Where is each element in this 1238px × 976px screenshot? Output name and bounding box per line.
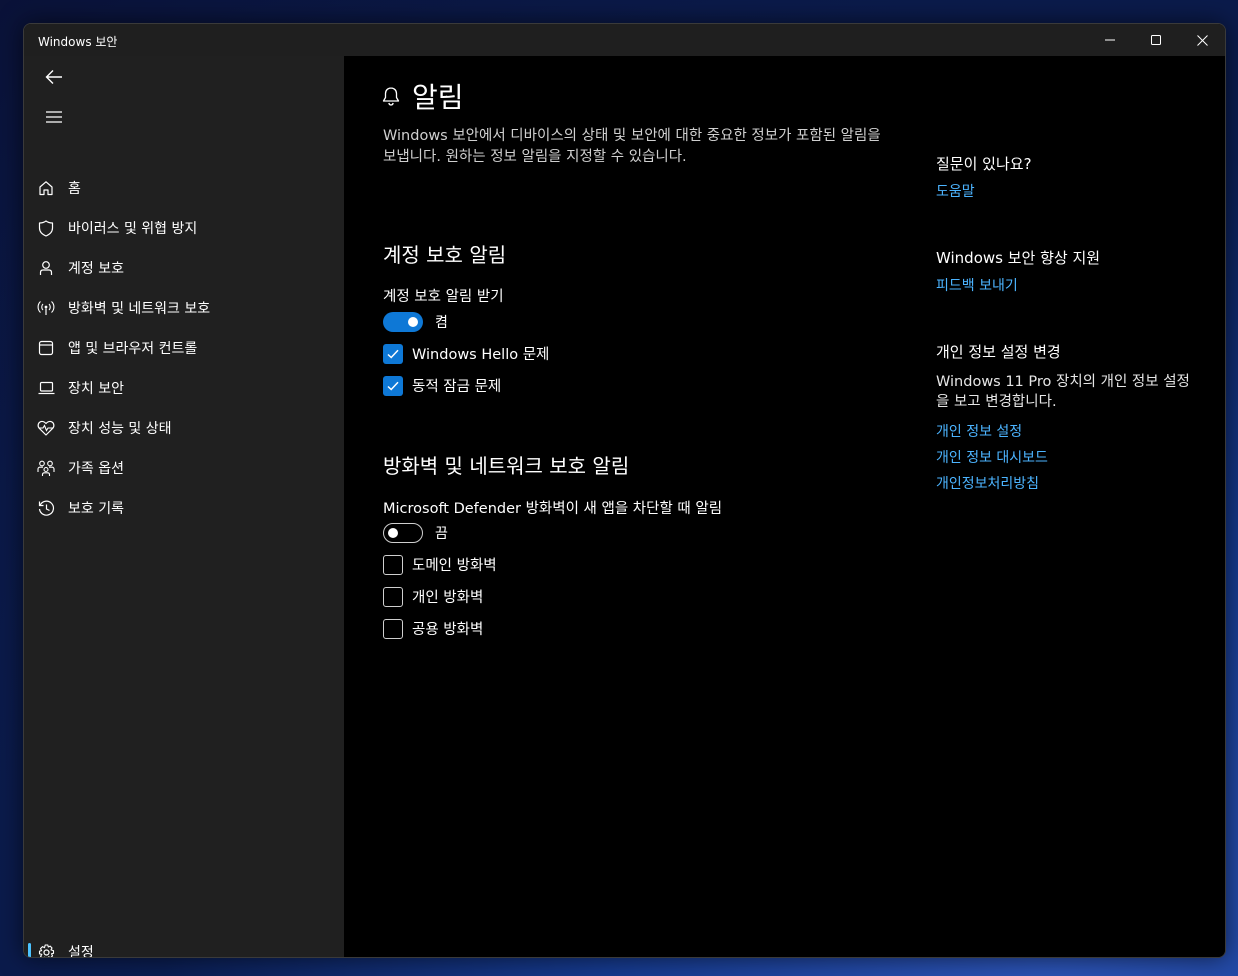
gear-icon — [34, 940, 58, 957]
minimize-button[interactable] — [1087, 24, 1133, 56]
sidebar-item-firewall[interactable]: 방화벽 및 네트워크 보호 — [28, 290, 340, 326]
help-link[interactable]: 도움말 — [936, 181, 975, 201]
private-firewall-check-row: 개인 방화벽 — [383, 586, 483, 607]
hamburger-icon — [46, 111, 62, 123]
sidebar-item-protection-history[interactable]: 보호 기록 — [28, 490, 340, 526]
private-firewall-label: 개인 방화벽 — [412, 590, 484, 606]
sidebar-item-label: 바이러스 및 위협 방지 — [68, 221, 198, 237]
sidebar-item-label: 앱 및 브라우저 컨트롤 — [68, 341, 198, 357]
page-header: 알림 — [382, 76, 464, 116]
close-icon — [1196, 34, 1208, 46]
wireless-icon — [34, 296, 58, 320]
dynamic-lock-checkbox[interactable] — [383, 375, 403, 396]
public-firewall-checkbox[interactable] — [383, 618, 403, 639]
private-firewall-checkbox[interactable] — [383, 586, 403, 607]
minimize-icon — [1105, 39, 1115, 41]
account-toggle-state: 켬 — [435, 315, 448, 331]
account-section-title: 계정 보호 알림 — [383, 243, 507, 267]
sidebar-item-label: 방화벽 및 네트워크 보호 — [68, 301, 211, 317]
sidebar-item-account-protection[interactable]: 계정 보호 — [28, 250, 340, 286]
back-arrow-icon — [45, 70, 62, 84]
sidebar-item-virus-protection[interactable]: 바이러스 및 위협 방지 — [28, 210, 340, 246]
dynamic-lock-label: 동적 잠금 문제 — [412, 379, 502, 395]
maximize-button[interactable] — [1133, 24, 1179, 56]
sidebar-item-label: 장치 보안 — [68, 381, 124, 397]
privacy-settings-link[interactable]: 개인 정보 설정 — [936, 421, 1022, 441]
privacy-heading: 개인 정보 설정 변경 — [936, 343, 1061, 361]
person-icon — [34, 256, 58, 280]
sidebar-item-family-options[interactable]: 가족 옵션 — [28, 450, 340, 486]
menu-button[interactable] — [34, 99, 74, 135]
privacy-dashboard-link[interactable]: 개인 정보 대시보드 — [936, 447, 1048, 467]
history-icon — [34, 496, 58, 520]
sidebar-item-label: 홈 — [68, 181, 81, 197]
sidebar-item-device-security[interactable]: 장치 보안 — [28, 370, 340, 406]
family-icon — [34, 456, 58, 480]
sidebar-item-home[interactable]: 홈 — [28, 170, 340, 206]
sidebar-item-label: 가족 옵션 — [68, 461, 124, 477]
account-toggle-row: 켬 — [383, 312, 448, 332]
back-button[interactable] — [34, 59, 74, 95]
sidebar-item-settings[interactable]: 설정 — [28, 934, 340, 958]
question-heading: 질문이 있나요? — [936, 155, 1032, 173]
sidebar-item-app-browser-control[interactable]: 앱 및 브라우저 컨트롤 — [28, 330, 340, 366]
home-icon — [34, 176, 58, 200]
heart-pulse-icon — [34, 416, 58, 440]
close-button[interactable] — [1179, 24, 1225, 56]
firewall-toggle-row: 끔 — [383, 523, 448, 543]
laptop-icon — [34, 376, 58, 400]
sidebar: 홈 바이러스 및 위협 방지 계정 보호 방화벽 및 네트워크 보호 앱 및 브… — [24, 56, 344, 957]
privacy-description: Windows 11 Pro 장치의 개인 정보 설정을 보고 변경합니다. — [936, 374, 1190, 410]
checkmark-icon — [387, 381, 399, 391]
sidebar-item-device-performance[interactable]: 장치 성능 및 상태 — [28, 410, 340, 446]
improve-heading: Windows 보안 향상 지원 — [936, 249, 1101, 267]
feedback-link[interactable]: 피드백 보내기 — [936, 275, 1018, 295]
privacy-statement-link[interactable]: 개인정보처리방침 — [936, 473, 1039, 493]
firewall-toggle-state: 끔 — [435, 526, 448, 542]
title-bar: Windows 보안 — [24, 24, 1225, 56]
page-description: Windows 보안에서 디바이스의 상태 및 보안에 대한 중요한 정보가 포… — [383, 128, 881, 165]
windows-security-window: Windows 보안 홈 바이러스 및 위협 방지 계정 보호 방화벽 및 네트… — [23, 23, 1226, 958]
windows-hello-label: Windows Hello 문제 — [412, 347, 550, 363]
window-title: Windows 보안 — [38, 35, 118, 49]
windows-hello-checkbox[interactable] — [383, 343, 403, 364]
domain-firewall-label: 도메인 방화벽 — [412, 558, 497, 574]
public-firewall-label: 공용 방화벽 — [412, 622, 484, 638]
account-notification-toggle[interactable] — [383, 312, 423, 332]
checkmark-icon — [387, 349, 399, 359]
main-content: 알림 Windows 보안에서 디바이스의 상태 및 보안에 대한 중요한 정보… — [344, 56, 1225, 957]
firewall-notification-toggle[interactable] — [383, 523, 423, 543]
firewall-section-title: 방화벽 및 네트워크 보호 알림 — [383, 454, 630, 478]
bell-icon — [382, 87, 400, 106]
firewall-toggle-label: Microsoft Defender 방화벽이 새 앱을 차단할 때 알림 — [383, 501, 723, 517]
domain-firewall-checkbox[interactable] — [383, 554, 403, 575]
sidebar-item-label: 장치 성능 및 상태 — [68, 421, 172, 437]
dynamic-lock-check-row: 동적 잠금 문제 — [383, 375, 501, 396]
public-firewall-check-row: 공용 방화벽 — [383, 618, 483, 639]
shield-icon — [34, 216, 58, 240]
sidebar-item-label: 계정 보호 — [68, 261, 124, 277]
page-title: 알림 — [412, 81, 464, 114]
sidebar-item-label: 보호 기록 — [68, 501, 124, 517]
app-window-icon — [34, 336, 58, 360]
maximize-icon — [1151, 35, 1161, 45]
domain-firewall-check-row: 도메인 방화벽 — [383, 554, 497, 575]
windows-hello-check-row: Windows Hello 문제 — [383, 343, 549, 364]
account-toggle-label: 계정 보호 알림 받기 — [383, 289, 504, 305]
sidebar-item-label: 설정 — [68, 945, 94, 958]
